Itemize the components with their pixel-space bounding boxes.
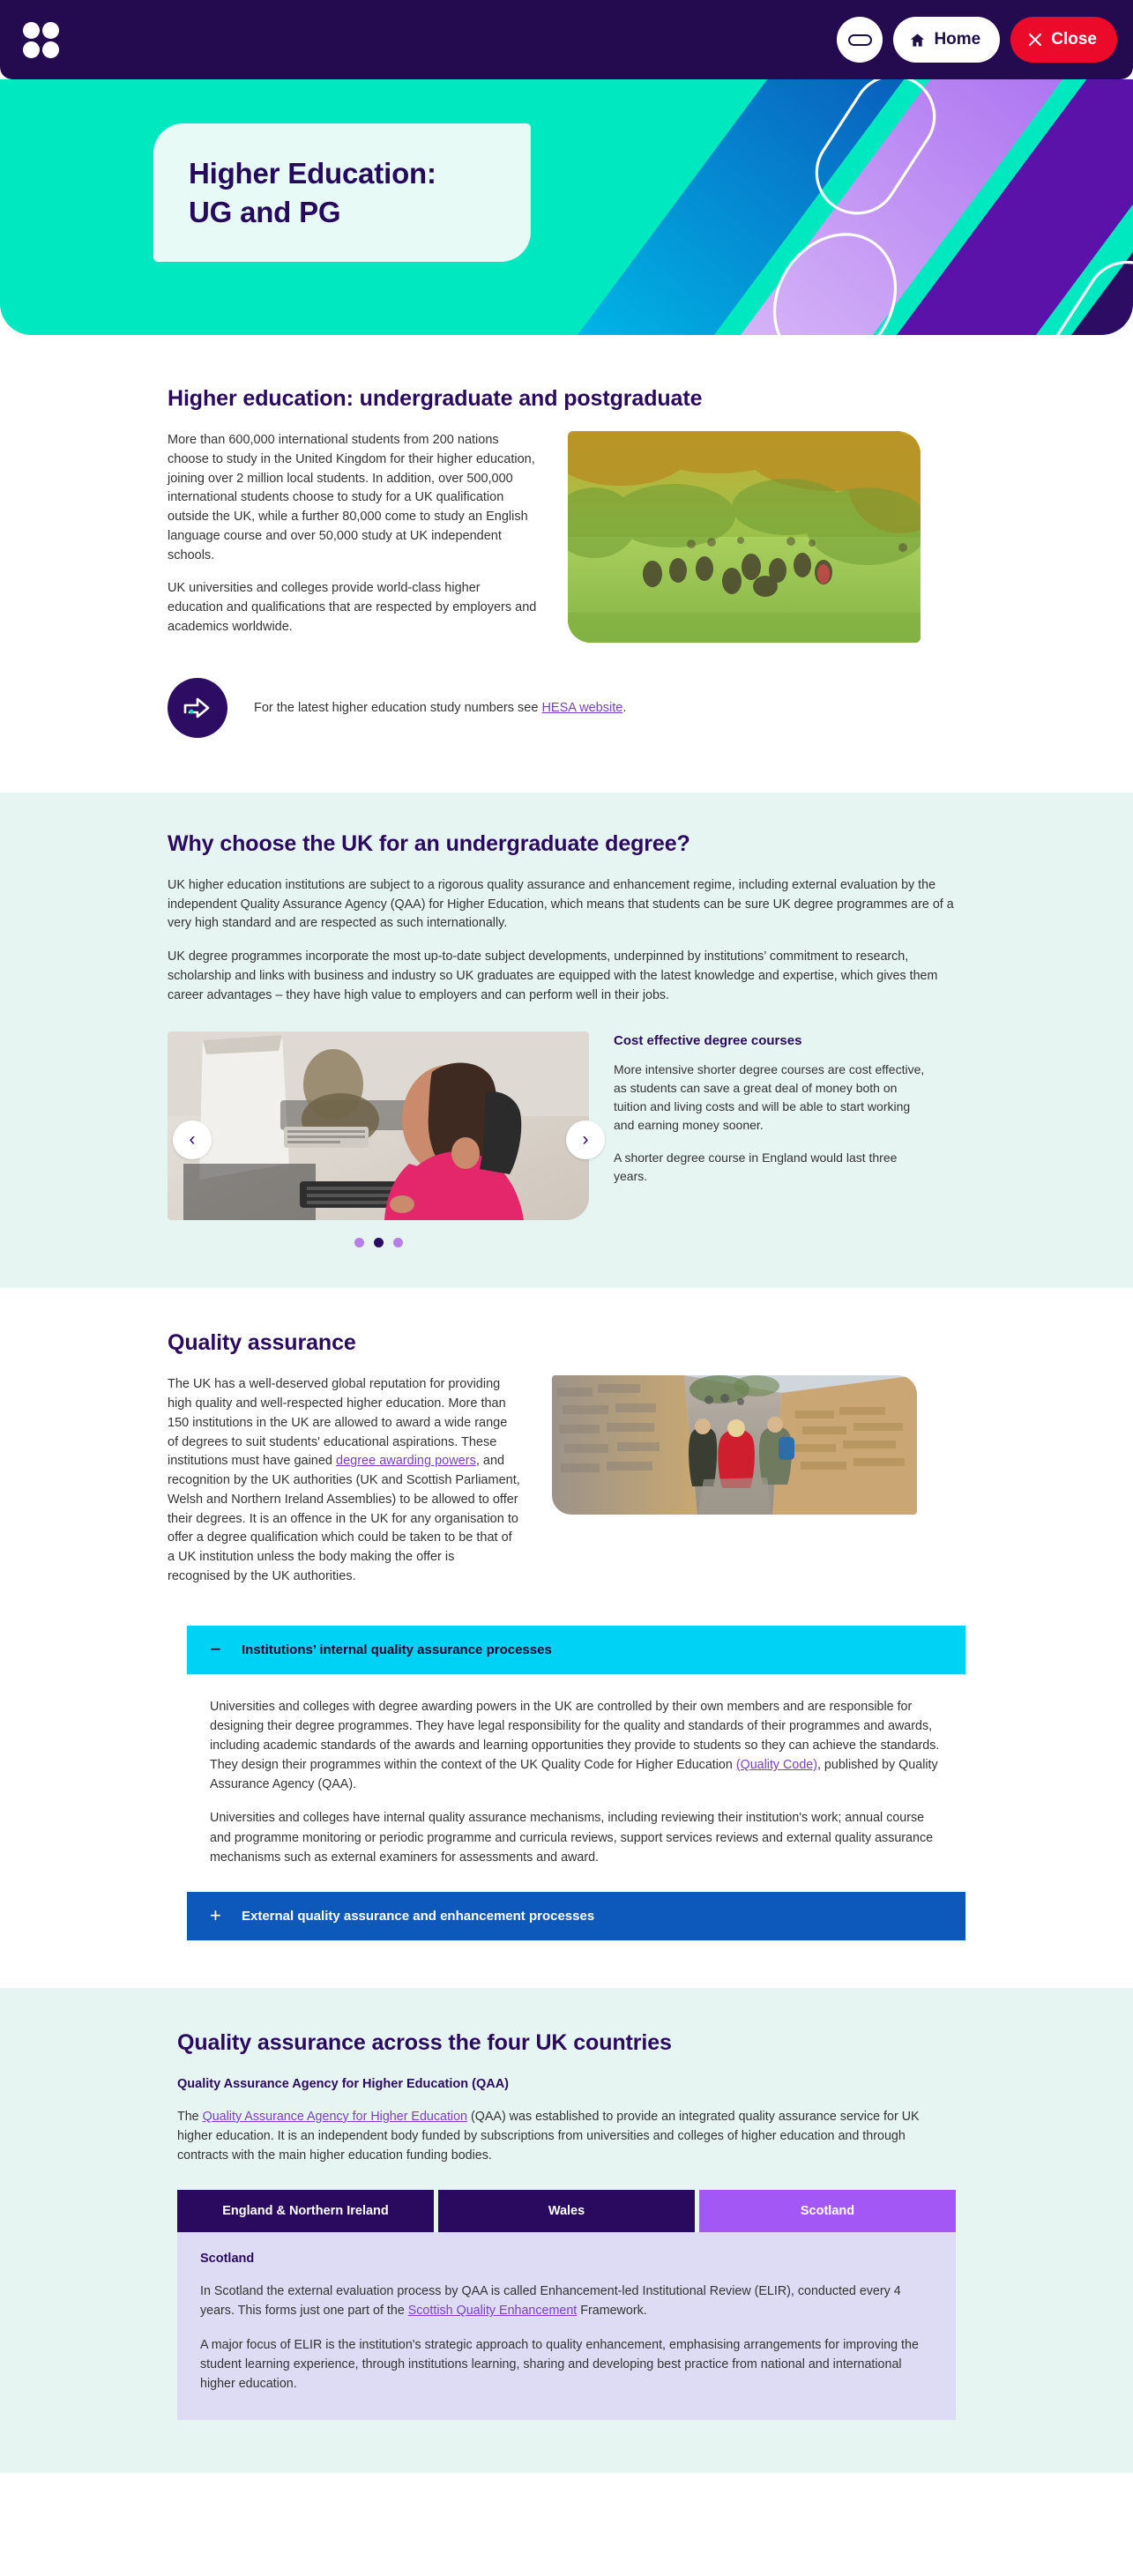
chevron-left-icon: ‹ [189, 1129, 196, 1150]
panel-p1-part2: Framework. [577, 2304, 647, 2319]
section-four-countries: Quality assurance across the four UK cou… [0, 1987, 1133, 2474]
intro-paragraph-2: UK universities and colleges provide wor… [168, 581, 537, 634]
arrow-right-icon[interactable] [168, 678, 227, 738]
quality-photo [552, 1375, 917, 1515]
home-button-label: Home [934, 30, 981, 48]
cta-text-after: . [622, 701, 627, 715]
hero-title-line-2: UG and PG [189, 195, 341, 228]
accordion-title-external: External quality assurance and enhanceme… [242, 1908, 595, 1924]
minimize-icon [847, 34, 872, 46]
close-button[interactable]: Close [1010, 17, 1117, 63]
hero-title-card: Higher Education: UG and PG [153, 123, 531, 262]
hero-banner: Higher Education: UG and PG [0, 79, 1133, 335]
quality-assurance-heading: Quality assurance [168, 1330, 356, 1356]
app-logo-icon[interactable] [23, 21, 59, 58]
top-bar: Home Close [0, 0, 1133, 79]
accordion-header-internal-processes[interactable]: − Institutions’ internal quality assuran… [187, 1625, 965, 1674]
carousel-media: ‹ › [168, 1031, 605, 1248]
qaa-intro-part1: The [177, 2109, 203, 2124]
quality-paragraph-part2: , and recognition by the UK authorities … [168, 1454, 520, 1583]
tab-panel-title: Scotland [200, 2252, 255, 2267]
quality-code-link[interactable]: (Quality Code) [736, 1758, 817, 1772]
tab-wales[interactable]: Wales [438, 2190, 695, 2233]
why-choose-heading: Why choose the UK for an undergraduate d… [168, 831, 690, 856]
plus-icon: + [210, 1904, 221, 1927]
carousel-copy: Cost effective degree courses More inten… [614, 1031, 931, 1186]
qaa-intro-paragraph: The Quality Assurance Agency for Higher … [177, 2107, 956, 2165]
accordion: − Institutions’ internal quality assuran… [187, 1625, 965, 1940]
why-choose-paragraph-1: UK higher education institutions are sub… [168, 878, 954, 931]
intro-paragraph-1: More than 600,000 international students… [168, 433, 535, 562]
carousel-dot-2[interactable] [373, 1238, 384, 1248]
quality-paragraph: The UK has a well-deserved global reputa… [168, 1375, 520, 1586]
carousel-dot-3[interactable] [392, 1238, 403, 1248]
why-choose-paragraph-2: UK degree programmes incorporate the mos… [168, 949, 938, 1002]
carousel-next-button[interactable]: › [566, 1120, 605, 1159]
section-why-choose: Why choose the UK for an undergraduate d… [0, 793, 1133, 1289]
quality-text-column: The UK has a well-deserved global reputa… [168, 1375, 520, 1586]
four-countries-heading: Quality assurance across the four UK cou… [177, 2029, 672, 2055]
country-tabs: England & Northern Ireland Wales Scotlan… [177, 2190, 956, 2233]
intro-photo [568, 431, 921, 643]
accordion-body-internal: Universities and colleges with degree aw… [187, 1674, 965, 1892]
hesa-website-link[interactable]: HESA website [541, 701, 622, 715]
intro-heading: Higher education: undergraduate and post… [168, 386, 703, 411]
carousel-image [168, 1031, 589, 1221]
accordion-body-paragraph-2: Universities and colleges have internal … [210, 1811, 934, 1865]
page-root: Home Close Higher Education: UG and PG H… [0, 0, 1133, 2576]
carousel-dot-1[interactable] [354, 1238, 364, 1248]
carousel-slide-paragraph-1: More intensive shorter degree courses ar… [614, 1062, 925, 1133]
carousel-prev-button[interactable]: ‹ [173, 1120, 212, 1159]
hero-title-line-1: Higher Education: [189, 156, 436, 190]
minimize-button[interactable] [837, 17, 883, 63]
intro-cta-row: For the latest higher education study nu… [168, 678, 965, 793]
carousel: ‹ › Cost effective degree courses More i… [168, 1031, 965, 1248]
tab-panel-paragraph-1: In Scotland the external evaluation proc… [200, 2282, 933, 2320]
close-icon [1027, 32, 1043, 48]
section-quality-assurance: Quality assurance The UK has a well-dese… [0, 1288, 1133, 1988]
home-icon [909, 32, 926, 48]
cta-text-before: For the latest higher education study nu… [254, 701, 542, 715]
chevron-right-icon: › [582, 1129, 589, 1150]
tab-england-northern-ireland[interactable]: England & Northern Ireland [177, 2190, 434, 2233]
page-title: Higher Education: UG and PG [189, 154, 436, 231]
carousel-slide-title: Cost effective degree courses [614, 1033, 802, 1049]
tab-panel-paragraph-2: A major focus of ELIR is the institution… [200, 2337, 919, 2391]
accordion-title-internal: Institutions’ internal quality assurance… [242, 1642, 552, 1657]
carousel-slide-paragraph-2: A shorter degree course in England would… [614, 1150, 898, 1184]
tab-scotland[interactable]: Scotland [699, 2190, 956, 2233]
topbar-actions: Home Close [837, 17, 1117, 63]
qaa-subheading: Quality Assurance Agency for Higher Educ… [177, 2076, 509, 2091]
tab-panel-scotland: Scotland In Scotland the external evalua… [177, 2232, 956, 2421]
scottish-quality-enhancement-link[interactable]: Scottish Quality Enhancement [408, 2304, 578, 2318]
accordion-header-external-processes[interactable]: + External quality assurance and enhance… [187, 1891, 965, 1940]
home-button[interactable]: Home [893, 17, 1001, 63]
section-intro: Higher education: undergraduate and post… [0, 335, 1133, 793]
degree-awarding-powers-link[interactable]: degree awarding powers [336, 1454, 476, 1468]
close-button-label: Close [1051, 30, 1097, 48]
accordion-body-paragraph-1: Universities and colleges with degree aw… [210, 1697, 943, 1795]
qaa-link[interactable]: Quality Assurance Agency for Higher Educ… [203, 2110, 467, 2124]
minus-icon: − [210, 1638, 221, 1661]
intro-text-column: More than 600,000 international students… [168, 431, 538, 637]
carousel-dots [168, 1238, 589, 1248]
intro-cta-text: For the latest higher education study nu… [254, 701, 626, 715]
